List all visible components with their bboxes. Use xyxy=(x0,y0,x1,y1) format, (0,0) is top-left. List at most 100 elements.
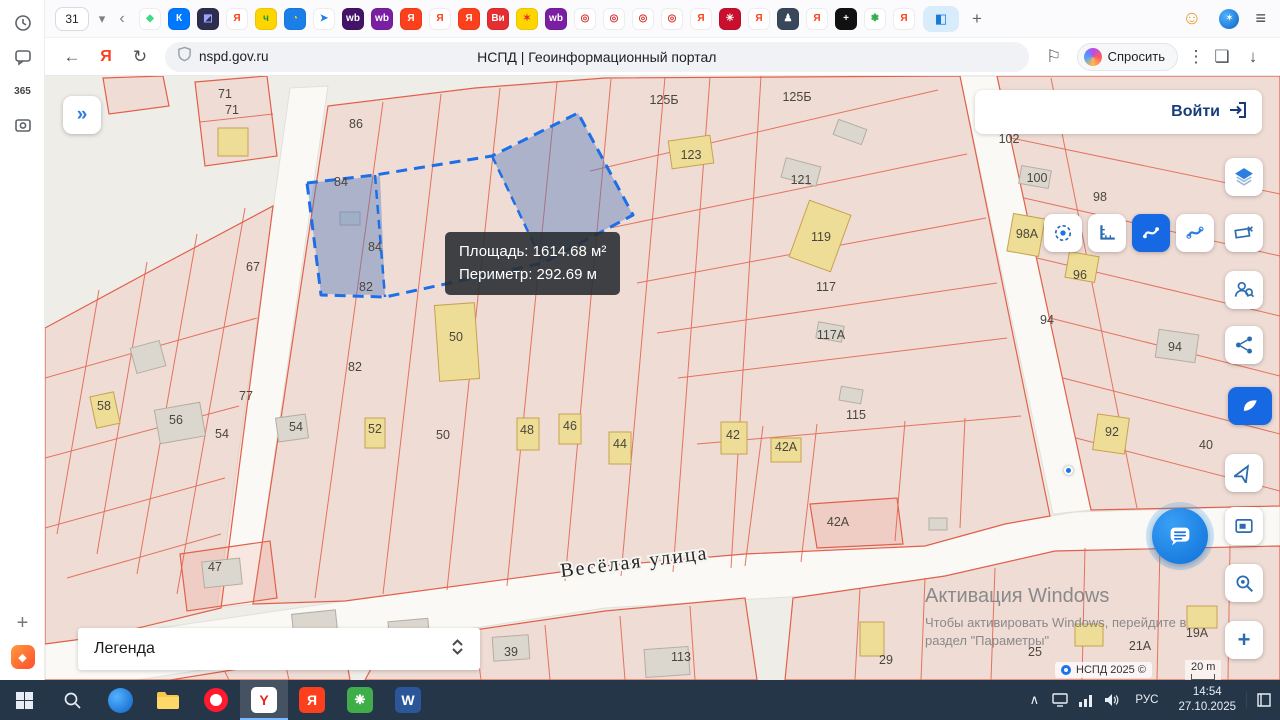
browser-tab[interactable]: Я xyxy=(429,7,451,30)
browser-tab[interactable]: ✶ xyxy=(516,7,538,30)
taskbar-app-word[interactable]: W xyxy=(384,680,432,720)
clear-measure-button[interactable] xyxy=(1225,214,1263,252)
layers-button[interactable] xyxy=(1225,158,1263,196)
share-button[interactable] xyxy=(1225,326,1263,364)
browser-tab[interactable]: ◎ xyxy=(574,7,596,30)
parcel-label: 54 xyxy=(289,420,303,434)
map-canvas[interactable]: Весёлая улица 71 71 86 84 84 82 67 82 50 58 56 54 77… xyxy=(45,76,1280,680)
taskbar-file-explorer[interactable] xyxy=(144,680,192,720)
badge-365[interactable]: 365 xyxy=(0,74,45,108)
browser-tab[interactable]: ✳ xyxy=(719,7,741,30)
parcel-label: 42А xyxy=(827,515,850,529)
angle-measure-button[interactable] xyxy=(1088,214,1126,252)
browser-tab[interactable]: Ви xyxy=(487,7,509,30)
browser-tab[interactable]: Я xyxy=(690,7,712,30)
history-clock-icon[interactable] xyxy=(0,6,45,40)
tabs-dropdown-icon[interactable]: ▾ xyxy=(93,7,111,31)
area-measure-button-active[interactable] xyxy=(1132,214,1170,252)
browser-tab[interactable]: wb xyxy=(371,7,393,30)
object-search-button[interactable] xyxy=(1225,271,1263,309)
sync-badge-icon[interactable]: ✶ xyxy=(1219,8,1240,29)
kebab-menu-icon[interactable]: ⋮ xyxy=(1184,42,1208,72)
address-bar[interactable]: nspd.gov.ru НСПД | Геоинформационный пор… xyxy=(165,41,1029,72)
browser-tab[interactable]: ❃ xyxy=(864,7,886,30)
browser-tab[interactable]: ♟ xyxy=(777,7,799,30)
browser-tab[interactable]: Я xyxy=(748,7,770,30)
network-icon[interactable] xyxy=(1073,694,1099,707)
browser-tab[interactable]: ➤ xyxy=(313,7,335,30)
search-on-map-button[interactable] xyxy=(1225,564,1263,602)
parcel-label: 67 xyxy=(246,260,260,274)
browser-tab[interactable]: + xyxy=(835,7,857,30)
point-measure-icon xyxy=(1054,224,1072,242)
downloads-icon[interactable]: ↓ xyxy=(1236,42,1270,72)
page-title: НСПД | Геоинформационный портал xyxy=(477,48,717,65)
bookmark-flag-icon[interactable]: ⚐ xyxy=(1037,42,1071,72)
browser-tab[interactable]: wb xyxy=(545,7,567,30)
ask-alice-button[interactable]: Спросить xyxy=(1076,42,1178,71)
messenger-icon[interactable] xyxy=(0,40,45,74)
draw-tool-button[interactable] xyxy=(1228,387,1272,425)
browser-tab[interactable]: ◆ xyxy=(139,7,161,30)
screenshot-icon[interactable] xyxy=(0,108,45,142)
point-measure-button[interactable] xyxy=(1044,214,1082,252)
browser-tab[interactable]: ◩ xyxy=(197,7,219,30)
taskbar-app-yandex-active[interactable]: Y xyxy=(240,680,288,720)
yandex-services-icon[interactable]: ◆ xyxy=(0,640,45,674)
search-location-icon xyxy=(1236,575,1254,593)
browser-tab[interactable]: Я xyxy=(893,7,915,30)
taskbar-app-browser[interactable] xyxy=(96,680,144,720)
browser-tab[interactable]: ◔ xyxy=(284,7,306,30)
browser-tab[interactable]: К xyxy=(168,7,190,30)
browser-menu-icon[interactable]: ≡ xyxy=(1255,8,1266,29)
browser-tab[interactable]: ч xyxy=(255,7,277,30)
yandex-home-icon[interactable]: Я xyxy=(89,42,123,72)
reload-button[interactable]: ↻ xyxy=(123,42,157,72)
taskbar-clock[interactable]: 14:54 27.10.2025 xyxy=(1178,685,1236,715)
browser-tab[interactable]: ◎ xyxy=(661,7,683,30)
ya-icon: Я xyxy=(299,687,325,713)
parcel-label: 77 xyxy=(239,389,253,403)
tray-expand-icon[interactable]: ∧ xyxy=(1021,692,1047,708)
browser-tab[interactable]: wb xyxy=(342,7,364,30)
tab-counter-button[interactable]: 31 xyxy=(55,6,89,31)
browser-tab[interactable]: Я xyxy=(458,7,480,30)
notification-center-button[interactable] xyxy=(1246,692,1280,708)
browser-tab[interactable]: Я xyxy=(806,7,828,30)
tabs-scroll-left-icon[interactable]: ‹ xyxy=(113,7,131,31)
new-tab-button[interactable]: + xyxy=(965,7,989,31)
active-tab[interactable]: ◧ xyxy=(923,5,959,32)
person-search-icon xyxy=(1234,281,1254,298)
parcel-label: 50 xyxy=(436,428,450,442)
start-button[interactable] xyxy=(0,680,48,720)
extent-button[interactable] xyxy=(1225,507,1263,545)
side-panels-icon[interactable]: ❏ xyxy=(1208,42,1236,72)
volume-icon[interactable] xyxy=(1099,693,1125,707)
mood-icon[interactable]: ☺ xyxy=(1182,8,1201,30)
distance-measure-button[interactable] xyxy=(1176,214,1214,252)
taskbar-app-opera[interactable] xyxy=(192,680,240,720)
tab-favicons: ◆ К ◩ Яч ◔ ➤ wb wb Я Я Я Ви ✶ wb ◎ ◎ ◎ ◎ Я ✳ Я ♟ Я + ❃ Я xyxy=(139,7,915,30)
rail-add-icon[interactable]: + xyxy=(0,606,45,640)
taskbar-search-button[interactable] xyxy=(48,680,96,720)
language-indicator[interactable]: РУС xyxy=(1135,694,1158,706)
nspd-logo-icon xyxy=(1061,665,1071,675)
browser-tab[interactable]: ◎ xyxy=(632,7,654,30)
expand-panel-button[interactable]: » xyxy=(63,96,101,134)
zoom-in-button[interactable]: + xyxy=(1225,621,1263,659)
legend-panel[interactable]: Легенда xyxy=(78,628,480,670)
browser-tab[interactable]: Я xyxy=(400,7,422,30)
taskbar-app-green[interactable]: ❋ xyxy=(336,680,384,720)
display-icon[interactable] xyxy=(1047,693,1073,707)
browser-tab[interactable]: Я xyxy=(226,7,248,30)
back-button[interactable]: ← xyxy=(55,42,89,72)
folder-icon xyxy=(157,692,179,709)
taskbar-app-yandex-red[interactable]: Я xyxy=(288,680,336,720)
tray-date: 27.10.2025 xyxy=(1178,701,1236,713)
locate-button[interactable] xyxy=(1225,454,1263,492)
browser-tab[interactable]: ◎ xyxy=(603,7,625,30)
notification-icon xyxy=(1256,693,1271,707)
login-button[interactable]: Войти xyxy=(975,90,1262,134)
support-chat-button[interactable] xyxy=(1152,508,1208,564)
browser-app-icon xyxy=(107,687,133,713)
